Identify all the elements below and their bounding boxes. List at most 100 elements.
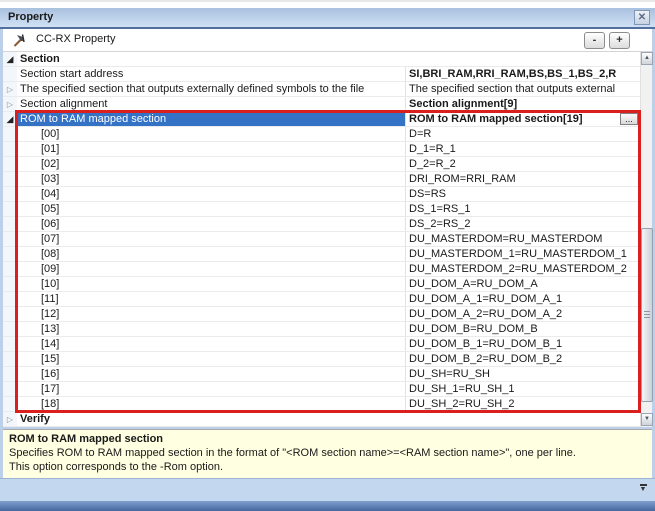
close-icon: ✕	[638, 12, 646, 23]
property-value[interactable]: DS_2=RS_2	[409, 218, 470, 230]
property-row[interactable]: [17] DU_SH_1=RU_SH_1	[3, 382, 640, 397]
scroll-up-button[interactable]: ▲	[641, 52, 653, 65]
property-value[interactable]: DU_SH_1=RU_SH_1	[409, 383, 514, 395]
property-value[interactable]: DU_DOM_B_2=RU_DOM_B_2	[409, 353, 562, 365]
tab-overflow-arrow-icon: ▼	[636, 486, 650, 494]
expander-icon[interactable]: ▷	[3, 412, 17, 426]
property-value[interactable]: DU_DOM_B=RU_DOM_B	[409, 323, 538, 335]
property-row[interactable]: [15] DU_DOM_B_2=RU_DOM_B_2	[3, 352, 640, 367]
expander-icon	[3, 397, 17, 411]
property-value[interactable]: DU_SH_2=RU_SH_2	[409, 398, 514, 410]
property-value[interactable]: DU_DOM_B_1=RU_DOM_B_1	[409, 338, 562, 350]
tab-label: Link Options	[27, 484, 94, 496]
property-name: Verify	[20, 413, 50, 425]
open-list-editor-button[interactable]: ...	[620, 113, 638, 125]
property-value[interactable]: DU_DOM_A=RU_DOM_A	[409, 278, 538, 290]
property-row[interactable]: ▷ Verify	[3, 412, 640, 427]
window-bottom-edge	[0, 501, 655, 511]
collapse-all-button[interactable]: -	[584, 32, 605, 49]
property-name: [04]	[41, 188, 59, 200]
expander-icon	[3, 247, 17, 261]
expander-icon[interactable]: ▷	[3, 97, 17, 111]
property-value[interactable]: DU_DOM_A_1=RU_DOM_A_1	[409, 293, 562, 305]
property-value[interactable]: DS=RS	[409, 188, 446, 200]
property-value[interactable]: Section alignment[9]	[409, 98, 517, 110]
close-button[interactable]: ✕	[634, 10, 650, 25]
tab-label: Hex Output Op...	[29, 485, 112, 497]
expander-icon	[3, 232, 17, 246]
property-panel: Property ✕ CC-RX Property - + ◢ Section …	[0, 0, 655, 511]
property-row[interactable]: [09] DU_MASTERDOM_2=RU_MASTERDOM_2	[3, 262, 640, 277]
property-value[interactable]: D_1=R_1	[409, 143, 456, 155]
property-row[interactable]: ◢ ROM to RAM mapped section ROM to RAM m…	[3, 112, 640, 127]
property-value[interactable]: D=R	[409, 128, 431, 140]
expand-all-button[interactable]: +	[609, 32, 630, 49]
tab-bar: Common Optio... Compile Options Assemble…	[0, 478, 655, 501]
property-row[interactable]: [12] DU_DOM_A_2=RU_DOM_A_2	[3, 307, 640, 322]
expander-icon[interactable]: ◢	[3, 112, 17, 126]
property-name: [16]	[41, 368, 59, 380]
property-row[interactable]: [18] DU_SH_2=RU_SH_2	[3, 397, 640, 412]
property-row[interactable]: [13] DU_DOM_B=RU_DOM_B	[3, 322, 640, 337]
property-value[interactable]: D_2=R_2	[409, 158, 456, 170]
property-value[interactable]: DU_MASTERDOM=RU_MASTERDOM	[409, 233, 602, 245]
property-row[interactable]: [14] DU_DOM_B_1=RU_DOM_B_1	[3, 337, 640, 352]
panel-title: Property	[8, 11, 53, 23]
scroll-down-button[interactable]: ▼	[641, 413, 653, 426]
property-row[interactable]: ▷ Section alignment Section alignment[9]	[3, 97, 640, 112]
property-row[interactable]: [11] DU_DOM_A_1=RU_DOM_A_1	[3, 292, 640, 307]
expander-icon[interactable]: ◢	[3, 52, 17, 66]
property-row[interactable]: [10] DU_DOM_A=RU_DOM_A	[3, 277, 640, 292]
property-name: [13]	[41, 323, 59, 335]
property-name: Section	[20, 53, 60, 65]
expander-icon	[3, 307, 17, 321]
property-row[interactable]: [04] DS=RS	[3, 187, 640, 202]
property-name: [11]	[41, 293, 59, 305]
property-name: Section start address	[20, 68, 123, 80]
property-row[interactable]: [02] D_2=R_2	[3, 157, 640, 172]
property-value[interactable]: DU_MASTERDOM_1=RU_MASTERDOM_1	[409, 248, 627, 260]
panel-titlebar[interactable]: Property ✕	[0, 8, 655, 29]
property-row[interactable]: ◢ Section	[3, 52, 640, 67]
property-row[interactable]: ▷ The specified section that outputs ext…	[3, 82, 640, 97]
property-name: [07]	[41, 233, 59, 245]
property-name: [17]	[41, 383, 59, 395]
property-name: [09]	[41, 263, 59, 275]
property-value[interactable]: ROM to RAM mapped section[19]	[409, 113, 583, 125]
property-row[interactable]: [03] DRI_ROM=RRI_RAM	[3, 172, 640, 187]
property-value[interactable]: DRI_ROM=RRI_RAM	[409, 173, 516, 185]
description-title: ROM to RAM mapped section	[9, 432, 646, 446]
property-row[interactable]: [16] DU_SH=RU_SH	[3, 367, 640, 382]
property-row[interactable]: [08] DU_MASTERDOM_1=RU_MASTERDOM_1	[3, 247, 640, 262]
component-name-label: CC-RX Property	[36, 33, 115, 45]
tab-overflow-button[interactable]: ▼	[636, 484, 650, 497]
description-line-2: This option corresponds to the -Rom opti…	[9, 460, 646, 474]
property-value[interactable]: DU_MASTERDOM_2=RU_MASTERDOM_2	[409, 263, 627, 275]
property-name: Section alignment	[20, 98, 107, 110]
property-toolbar: CC-RX Property - +	[3, 29, 652, 52]
property-row[interactable]: [06] DS_2=RS_2	[3, 217, 640, 232]
property-value[interactable]: DU_SH=RU_SH	[409, 368, 490, 380]
expander-icon	[3, 262, 17, 276]
expander-icon[interactable]: ▷	[3, 82, 17, 96]
property-row[interactable]: [01] D_1=R_1	[3, 142, 640, 157]
property-name: [14]	[41, 338, 59, 350]
property-row[interactable]: [00] D=R	[3, 127, 640, 142]
property-name: [15]	[41, 353, 59, 365]
tab-label: Library Genera...	[31, 485, 114, 497]
property-row[interactable]: [05] DS_1=RS_1	[3, 202, 640, 217]
description-line-1: Specifies ROM to RAM mapped section in t…	[9, 446, 646, 460]
scrollbar-thumb[interactable]	[641, 228, 653, 402]
property-value[interactable]: DU_DOM_A_2=RU_DOM_A_2	[409, 308, 562, 320]
expander-icon	[3, 187, 17, 201]
window-top-edge	[0, 0, 655, 8]
property-value[interactable]: DS_1=RS_1	[409, 203, 470, 215]
property-row[interactable]: [07] DU_MASTERDOM=RU_MASTERDOM	[3, 232, 640, 247]
property-row[interactable]: Section start address SI,BRI_RAM,RRI_RAM…	[3, 67, 640, 82]
property-value[interactable]: SI,BRI_RAM,RRI_RAM,BS,BS_1,BS_2,R	[409, 68, 616, 80]
vertical-scrollbar[interactable]: ▲ ▼	[640, 52, 652, 427]
expander-icon	[3, 277, 17, 291]
property-name: [10]	[41, 278, 59, 290]
property-name: [01]	[41, 143, 59, 155]
property-value[interactable]: The specified section that outputs exter…	[409, 83, 615, 95]
